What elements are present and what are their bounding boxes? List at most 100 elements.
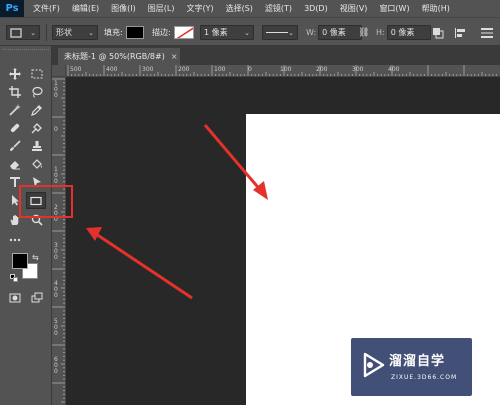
bucket-icon — [32, 159, 42, 169]
width-value: 0 像素 — [322, 28, 346, 37]
ruler-label: 0 — [248, 66, 252, 73]
marquee-tool[interactable] — [28, 66, 46, 82]
menu-select[interactable]: 选择(S) — [223, 0, 256, 17]
eyedropper-tool[interactable] — [28, 102, 46, 118]
stroke-width-value: 1 像素 — [204, 28, 228, 37]
ruler-origin[interactable] — [52, 65, 66, 77]
path-arrangement-button[interactable] — [480, 18, 494, 47]
hand-tool[interactable] — [6, 212, 24, 228]
stamp-tool[interactable] — [28, 138, 46, 154]
menu-type[interactable]: 文字(Y) — [183, 0, 216, 17]
magic-wand-tool[interactable] — [6, 102, 24, 118]
swap-colors-icon[interactable]: ⇆ — [32, 253, 39, 262]
path-select-tool[interactable] — [6, 192, 24, 208]
stroke-swatch[interactable] — [173, 26, 194, 39]
ruler-label: 200 — [54, 204, 58, 223]
mode-value: 形状 — [56, 28, 72, 37]
stroke-group: 描边: — [152, 18, 194, 47]
path-operations-button[interactable] — [432, 18, 444, 47]
stroke-label: 描边: — [152, 28, 171, 37]
patch-tool[interactable] — [28, 120, 46, 136]
separator — [46, 24, 47, 41]
tool-preset-dropdown[interactable]: ⌄ — [6, 25, 40, 40]
height-input[interactable]: 0 像素 — [386, 25, 431, 40]
fill-label: 填充: — [104, 28, 123, 37]
ruler-label: 200 — [178, 66, 190, 73]
panel-grip[interactable] — [3, 49, 49, 55]
link-dimensions[interactable]: ⛓ — [358, 18, 369, 47]
vertical-ruler[interactable]: 100 0 100 200 300 400 500 600 — [52, 77, 66, 405]
stroke-type-control[interactable]: ⌄ — [262, 18, 298, 47]
mode-dropdown[interactable]: 形状 ⌄ — [52, 25, 98, 40]
play-logo-icon — [363, 352, 385, 378]
pen-tool[interactable] — [28, 174, 46, 190]
pen-icon — [33, 177, 41, 187]
rectangle-preset-icon — [10, 27, 22, 38]
stroke-width-control[interactable]: 1 像素 ⌄ — [200, 18, 254, 47]
ruler-label: 200 — [316, 66, 328, 73]
menu-layer[interactable]: 图层(L) — [145, 0, 178, 17]
menu-file[interactable]: 文件(F) — [30, 0, 63, 17]
default-colors-icon[interactable] — [10, 274, 18, 282]
rectangle-tool[interactable] — [26, 192, 46, 209]
document-tab[interactable]: 未标题-1 @ 50%(RGB/8#) × — [58, 48, 180, 65]
move-tool[interactable] — [6, 66, 24, 82]
type-tool[interactable] — [6, 174, 24, 190]
path-alignment-button[interactable] — [454, 18, 468, 47]
foreground-color-swatch[interactable] — [12, 253, 28, 269]
foreground-color — [13, 254, 27, 268]
ruler-label: 100 — [214, 66, 226, 73]
stroke-width-dropdown[interactable]: 1 像素 ⌄ — [200, 25, 254, 40]
healing-tool[interactable] — [6, 120, 24, 136]
height-group: H: 0 像素 — [376, 18, 431, 47]
eraser-tool[interactable] — [6, 156, 24, 172]
ruler-label: 300 — [54, 242, 58, 261]
fill-color — [126, 27, 143, 38]
width-input[interactable]: 0 像素 — [318, 25, 363, 40]
menu-view[interactable]: 视图(V) — [337, 0, 371, 17]
paint-bucket-tool[interactable] — [28, 156, 46, 172]
path-alignment-icon — [455, 27, 465, 38]
chevron-down-icon: ⌄ — [30, 29, 36, 37]
tools-panel: ⇆ — [0, 46, 52, 405]
quick-mask-icon — [9, 293, 21, 303]
menu-image[interactable]: 图像(I) — [108, 0, 139, 17]
close-icon[interactable]: × — [171, 52, 178, 61]
lasso-tool[interactable] — [28, 84, 46, 100]
ruler-label: 300 — [352, 66, 364, 73]
chevron-down-icon: ⌄ — [288, 29, 294, 37]
magic-wand-icon — [9, 104, 21, 116]
horizontal-ruler[interactable]: 500 400 300 200 100 0 100 200 300 400 — [66, 65, 500, 77]
brush-tool[interactable] — [6, 138, 24, 154]
crop-tool[interactable] — [6, 84, 24, 100]
screen-mode-button[interactable] — [28, 290, 46, 306]
quick-mask-button[interactable] — [6, 290, 24, 306]
ruler-label: 0 — [54, 126, 58, 133]
ruler-label: 100 — [280, 66, 292, 73]
fill-swatch[interactable] — [125, 26, 144, 39]
move-icon — [9, 68, 21, 80]
watermark-title: 溜溜自学 — [389, 354, 446, 369]
patch-icon — [31, 123, 42, 134]
menu-edit[interactable]: 编辑(E) — [69, 0, 102, 17]
edit-toolbar-button[interactable] — [6, 232, 24, 248]
link-icon: ⛓ — [358, 27, 370, 38]
no-stroke-icon — [176, 27, 193, 38]
menu-filter[interactable]: 滤镜(T) — [262, 0, 295, 17]
mode-select[interactable]: 形状 ⌄ — [52, 18, 98, 47]
menu-bar: Ps 文件(F) 编辑(E) 图像(I) 图层(L) 文字(Y) 选择(S) 滤… — [0, 0, 500, 17]
menu-help[interactable]: 帮助(H) — [419, 0, 453, 17]
menu-3d[interactable]: 3D(D) — [301, 0, 331, 17]
fill-group: 填充: — [104, 18, 144, 47]
stroke-type-dropdown[interactable]: ⌄ — [262, 25, 298, 40]
ruler-label: 600 — [54, 356, 58, 375]
eyedropper-icon — [31, 105, 42, 116]
zoom-tool[interactable] — [28, 212, 46, 228]
ruler-label: 500 — [54, 318, 58, 337]
tool-preset-picker[interactable]: ⌄ — [6, 18, 40, 47]
width-label: W: — [306, 28, 317, 37]
brush-icon — [10, 140, 21, 151]
eraser-icon — [10, 161, 20, 170]
menu-window[interactable]: 窗口(W) — [376, 0, 412, 17]
height-value: 0 像素 — [390, 28, 415, 37]
